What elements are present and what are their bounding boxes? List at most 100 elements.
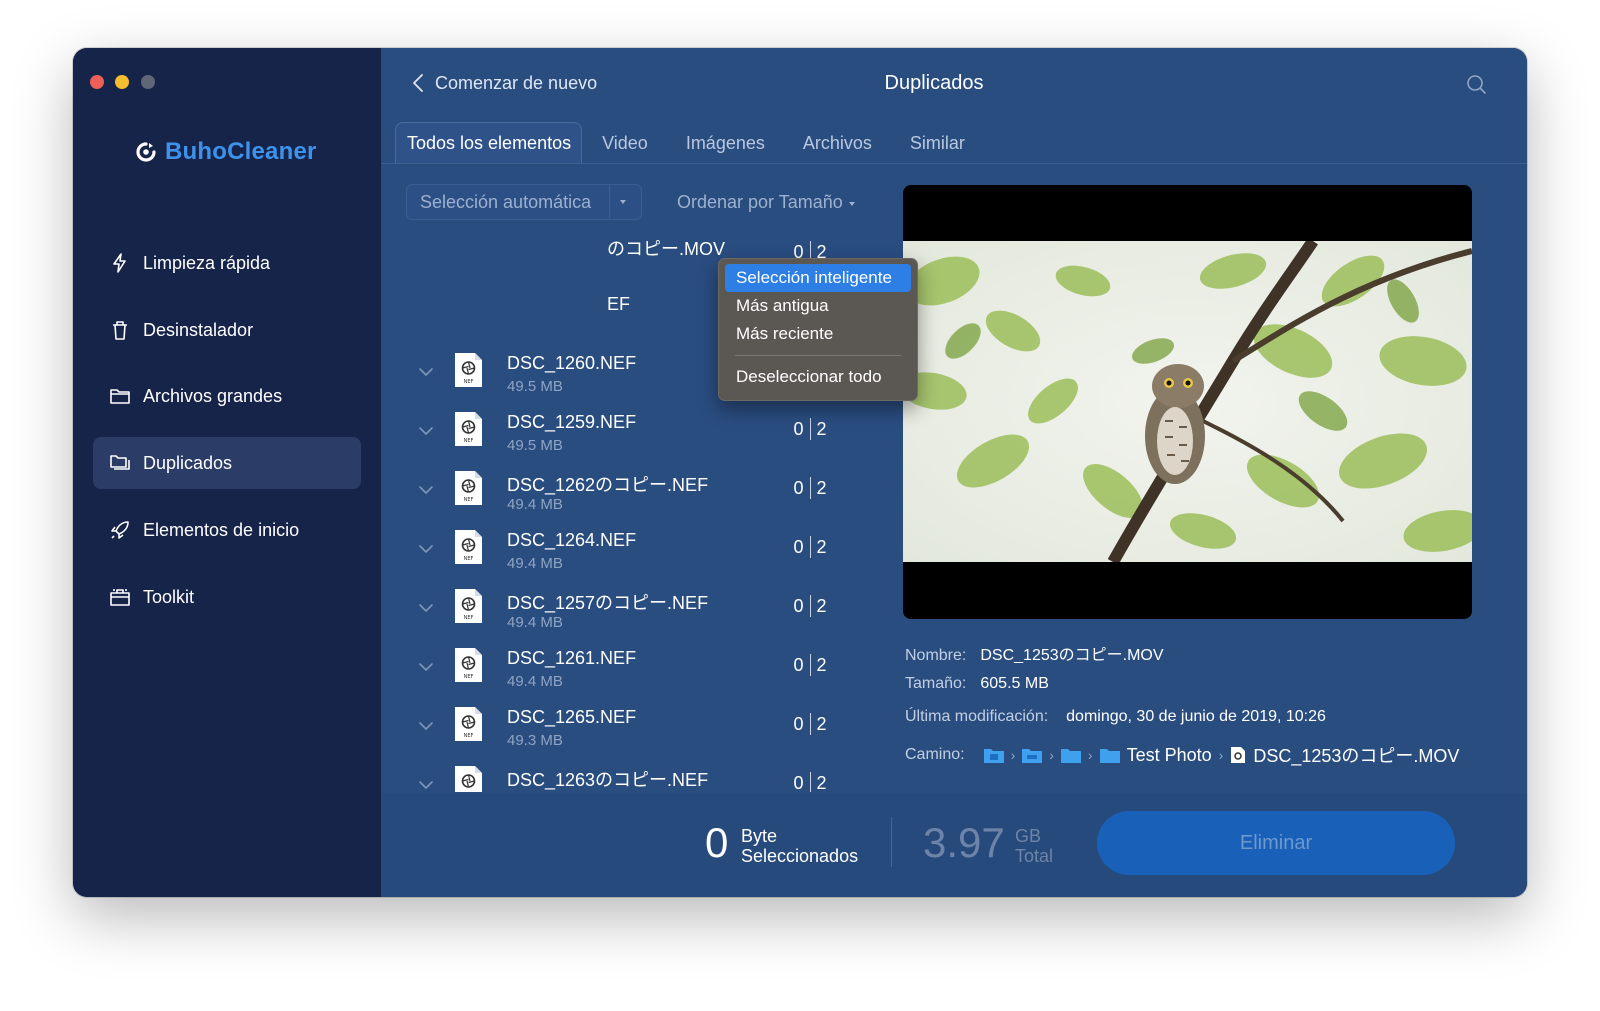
count-separator xyxy=(809,713,811,735)
menu-item-seleccion-inteligente[interactable]: Selección inteligente xyxy=(725,264,911,292)
footer-divider xyxy=(891,817,892,867)
sidebar: BuhoCleaner Limpieza rápida Desinstalado… xyxy=(73,48,381,897)
zoom-window-button[interactable] xyxy=(141,75,155,89)
app-name: BuhoCleaner xyxy=(165,138,317,165)
selection-count[interactable]: 02 xyxy=(761,412,859,446)
selection-count[interactable]: 02 xyxy=(761,530,859,564)
selected-count: 0 xyxy=(793,654,804,675)
selected-size-number: 0 xyxy=(705,819,729,866)
file-type-label: NEF xyxy=(464,674,474,680)
file-preview xyxy=(903,185,1472,619)
sidebar-item-archivos-grandes[interactable]: Archivos grandes xyxy=(93,370,361,422)
selection-count[interactable]: 02 xyxy=(761,471,859,505)
total-size-number: 3.97 xyxy=(923,819,1005,866)
menu-item-deseleccionar-todo[interactable]: Deseleccionar todo xyxy=(725,363,911,391)
file-size: 49.4 MB xyxy=(507,614,563,631)
nef-file-icon: NEF xyxy=(455,353,482,387)
tab-todos-los-elementos[interactable]: Todos los elementos xyxy=(395,122,583,164)
count-separator xyxy=(809,654,811,676)
folder-icon[interactable] xyxy=(1060,747,1081,763)
delete-button[interactable]: Eliminar xyxy=(1097,811,1455,875)
buhocleaner-logo-icon xyxy=(136,142,156,162)
tab-imagenes[interactable]: Imágenes xyxy=(668,133,785,164)
menu-item-mas-antigua[interactable]: Más antigua xyxy=(725,292,911,320)
sidebar-item-label: Elementos de inicio xyxy=(143,519,300,540)
file-type-label: NEF xyxy=(464,556,474,562)
auto-select-dropdown[interactable]: Selección automática xyxy=(406,184,642,220)
name-value: DSC_1253のコピー.MOV xyxy=(980,647,1164,664)
chevron-right-icon: › xyxy=(1010,747,1016,763)
file-row[interactable]: NEF DSC_1264.NEF 49.4 MB 0 2 xyxy=(381,526,897,585)
file-row[interactable]: NEF DSC_1261.NEF 49.4 MB 0 2 xyxy=(381,644,897,703)
nef-file-icon: NEF xyxy=(455,766,482,792)
detail-name: Nombre: DSC_1253のコピー.MOV xyxy=(905,641,1164,665)
toolbox-icon xyxy=(110,589,130,606)
chevron-down-icon[interactable] xyxy=(418,721,434,731)
total-count: 2 xyxy=(816,595,827,616)
selected-count: 0 xyxy=(793,595,804,616)
nef-file-icon: NEF xyxy=(455,648,482,682)
file-row[interactable]: NEF DSC_1262のコピー.NEF 49.4 MB 0 2 xyxy=(381,467,897,526)
total-unit: GB xyxy=(1015,826,1042,846)
detail-modified: Última modificación: domingo, 30 de junio… xyxy=(905,708,1326,726)
close-window-button[interactable] xyxy=(90,75,104,89)
selection-count[interactable]: 02 xyxy=(761,766,859,792)
folder-icon[interactable] xyxy=(1099,747,1120,763)
sidebar-item-label: Limpieza rápida xyxy=(143,252,271,273)
file-type-label: NEF xyxy=(464,615,474,621)
file-size: 49.5 MB xyxy=(507,437,563,454)
selection-count[interactable]: 02 xyxy=(761,589,859,623)
file-type-label: NEF xyxy=(464,733,474,739)
chevron-down-icon[interactable] xyxy=(418,603,434,613)
sidebar-item-label: Toolkit xyxy=(143,586,195,607)
sort-dropdown[interactable]: Ordenar por Tamaño xyxy=(677,192,855,213)
file-name: DSC_1265.NEF xyxy=(507,707,637,727)
home-folder-icon[interactable] xyxy=(983,747,1004,763)
sidebar-item-label: Desinstalador xyxy=(143,319,254,340)
sidebar-item-toolkit[interactable]: Toolkit xyxy=(93,571,361,623)
path-file-name[interactable]: DSC_1253のコピー.MOV xyxy=(1253,742,1459,768)
sidebar-item-desinstalador[interactable]: Desinstalador xyxy=(93,304,361,356)
modified-value: domingo, 30 de junio de 2019, 10:26 xyxy=(1066,708,1326,725)
auto-select-label: Selección automática xyxy=(420,191,592,212)
sidebar-item-limpieza-rapida[interactable]: Limpieza rápida xyxy=(93,237,361,289)
folder-icon[interactable] xyxy=(1022,747,1043,763)
file-row[interactable]: NEF DSC_1265.NEF 49.3 MB 0 2 xyxy=(381,703,897,762)
sidebar-item-duplicados[interactable]: Duplicados xyxy=(93,437,361,489)
file-name: DSC_1264.NEF xyxy=(507,530,637,550)
total-count: 2 xyxy=(816,477,827,498)
minimize-window-button[interactable] xyxy=(115,75,129,89)
menu-item-mas-reciente[interactable]: Más reciente xyxy=(725,320,911,348)
selection-count[interactable]: 02 xyxy=(761,648,859,682)
selected-unit: Byte xyxy=(741,826,778,846)
tab-similar[interactable]: Similar xyxy=(892,133,985,164)
selected-count: 0 xyxy=(793,477,804,498)
file-row[interactable]: NEF DSC_1259.NEF 49.5 MB 0 2 xyxy=(381,408,897,467)
file-size: 49.4 MB xyxy=(507,673,563,690)
selected-count: 0 xyxy=(793,418,804,439)
rocket-icon xyxy=(111,521,129,539)
tab-video[interactable]: Video xyxy=(582,133,668,164)
sort-label: Ordenar por Tamaño xyxy=(677,192,843,212)
nef-file-icon: NEF xyxy=(455,589,482,623)
file-row[interactable]: NEF DSC_1263のコピー.NEF 02 xyxy=(381,762,897,792)
chevron-down-icon[interactable] xyxy=(418,544,434,554)
chevron-down-icon[interactable] xyxy=(418,780,434,790)
search-icon[interactable] xyxy=(1465,73,1487,95)
file-name: DSC_1259.NEF xyxy=(507,412,637,432)
chevron-down-icon[interactable] xyxy=(418,662,434,672)
auto-select-menu: Selección inteligente Más antigua Más re… xyxy=(718,258,918,401)
chevron-down-icon[interactable] xyxy=(418,426,434,436)
owl-photo-image xyxy=(903,241,1472,562)
chevron-right-icon: › xyxy=(1049,747,1054,763)
count-separator xyxy=(809,477,811,499)
path-folder-name[interactable]: Test Photo xyxy=(1127,745,1212,766)
sidebar-item-elementos-de-inicio[interactable]: Elementos de inicio xyxy=(93,504,361,556)
selection-count[interactable]: 02 xyxy=(761,707,859,741)
file-row[interactable]: NEF DSC_1257のコピー.NEF 49.4 MB 0 2 xyxy=(381,585,897,644)
caret-down-icon[interactable] xyxy=(620,200,626,204)
chevron-down-icon[interactable] xyxy=(418,485,434,495)
tab-archivos[interactable]: Archivos xyxy=(785,133,892,164)
file-name: DSC_1261.NEF xyxy=(507,648,637,668)
chevron-down-icon[interactable] xyxy=(418,367,434,377)
